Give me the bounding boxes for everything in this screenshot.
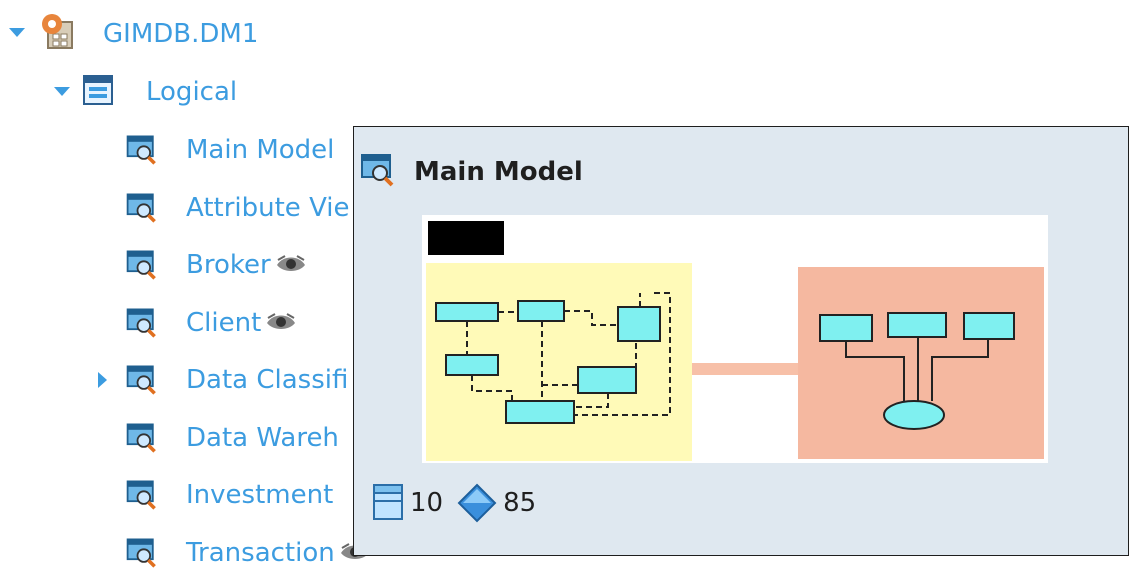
expand-logical-chevron-icon[interactable] [54,87,70,96]
tree-item-label: Transaction [186,537,335,568]
tree-logical[interactable]: Logical [146,72,237,112]
submodel-icon [124,246,160,286]
submodel-icon [361,154,394,187]
tree-item-submodel[interactable]: Transaction [186,533,371,573]
tree-logical-label: Logical [146,77,238,107]
submodel-icon [124,534,160,574]
tree-item-label: Broker [186,250,271,280]
tree-item-label: Main Model [186,135,335,165]
submodel-icon [124,304,160,344]
hidden-eye-icon [275,253,307,277]
diagram-thumbnail [422,215,1048,463]
hidden-eye-icon [265,311,297,335]
tree-item-submodel[interactable]: Investment [186,475,333,515]
tree-item-submodel[interactable]: Data Classifi [186,360,348,400]
popup-title: Main Model [414,157,583,187]
tree-item-submodel[interactable]: Attribute Vie [186,188,350,228]
tree-item-label: Attribute Vie [186,192,350,223]
submodel-icon [124,476,160,516]
tree-item-label: Data Wareh [186,422,339,453]
model-file-icon [42,14,73,49]
attribute-count: 85 [503,488,537,518]
submodel-icon [124,131,160,171]
tree-item-submodel[interactable]: Broker [186,245,307,285]
tree-item-submodel[interactable]: Client [186,303,297,343]
logical-model-icon [83,75,113,105]
submodel-icon [124,361,160,401]
submodel-preview-popup: Main Model 10 85 [353,126,1129,556]
tree-item-label: Data Classifi [186,365,349,395]
entity-count: 10 [410,488,444,518]
submodel-icon [124,419,160,459]
tree-item-submodel[interactable]: Data Wareh [186,418,339,458]
expand-root-chevron-icon[interactable] [9,28,25,37]
tree-root[interactable]: GIMDB.DM1 [103,14,258,54]
tree-root-label: GIMDB.DM1 [103,19,259,49]
tree-item-label: Investment [186,480,334,510]
attribute-count-icon [457,483,497,523]
submodel-icon [124,189,160,229]
entity-count-icon [373,484,403,520]
tree-item-submodel[interactable]: Main Model [186,130,334,170]
tree-item-label: Client [186,307,262,338]
popup-stats: 10 85 [372,483,536,523]
expand-submodel-chevron-icon[interactable] [98,372,107,388]
